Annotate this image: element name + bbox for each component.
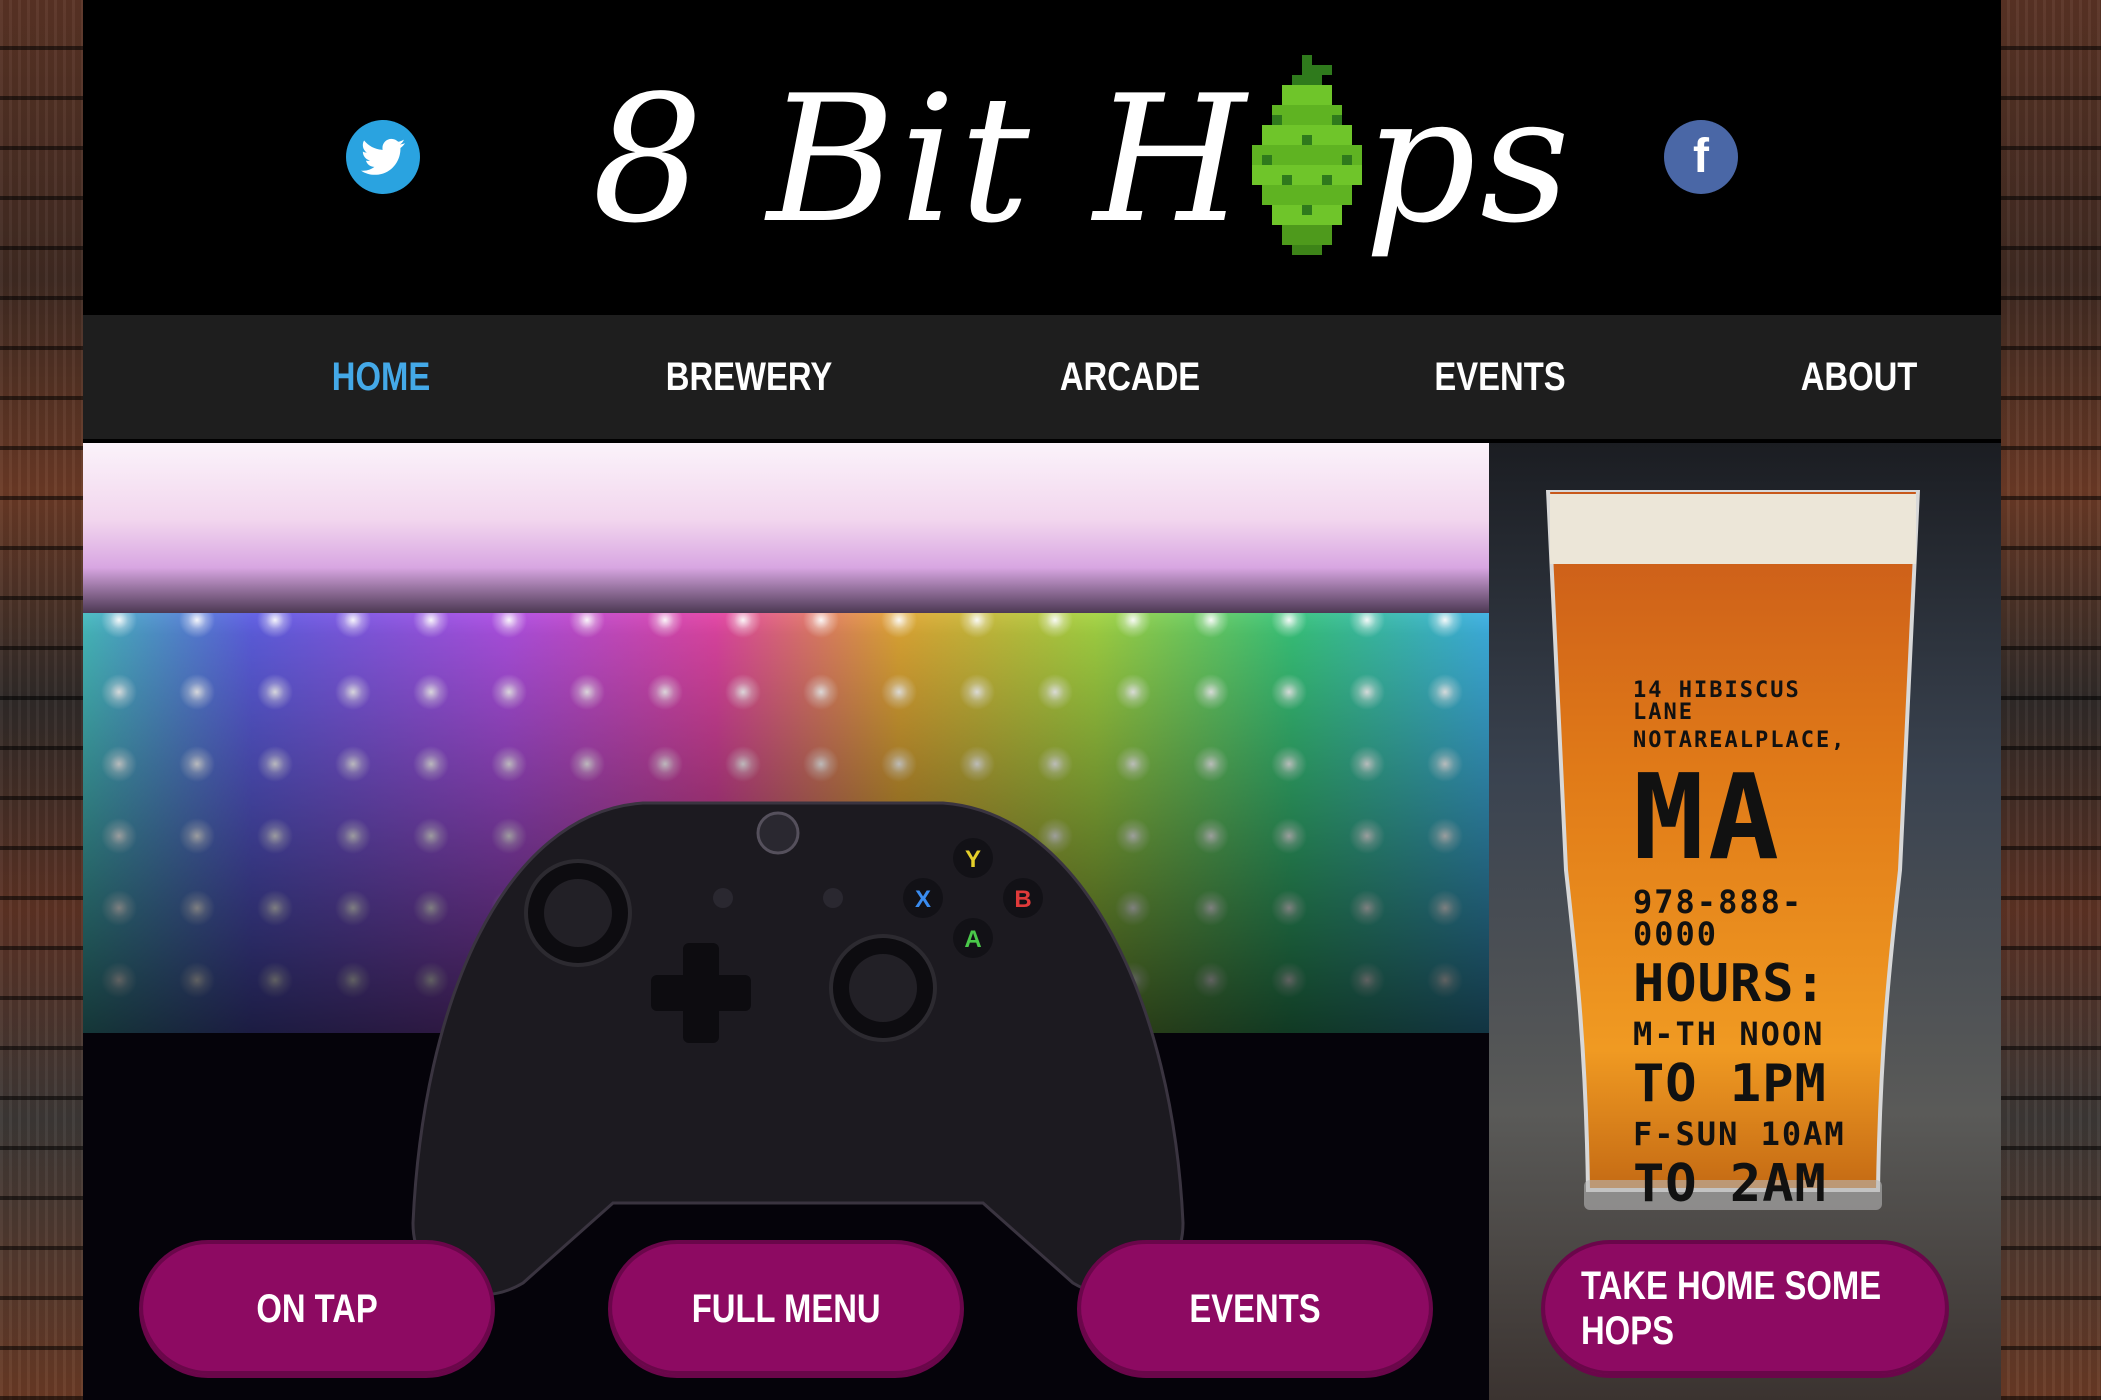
full-menu-label: FULL MENU — [691, 1286, 881, 1331]
svg-text:X: X — [915, 886, 931, 913]
address-line-1: 14 HIBISCUS LANE — [1633, 678, 1801, 725]
hours-line-2: TO 1PM — [1633, 1054, 1827, 1114]
state-label: MA — [1633, 748, 1784, 886]
hours-line-1: M-TH NOON — [1633, 1015, 1825, 1053]
svg-text:Y: Y — [965, 846, 981, 873]
nav-item-events[interactable]: EVENTS — [1393, 345, 1606, 409]
main-nav: HOME BREWERY ARCADE EVENTS ABOUT — [83, 315, 2001, 443]
events-label: EVENTS — [1189, 1286, 1321, 1331]
site-logo[interactable]: 8 Bit H ps — [503, 30, 1663, 290]
take-home-hops-label: TAKE HOME SOME HOPS — [1581, 1264, 1882, 1353]
logo-text-right: ps — [1364, 58, 1574, 262]
facebook-icon: f — [1693, 130, 1709, 183]
on-tap-button[interactable]: ON TAP — [139, 1240, 495, 1378]
phone-number: 978-888-0000 — [1633, 883, 1804, 953]
page-frame: 8 Bit H ps f HOME BREWERY ARCADE EVENTS … — [83, 0, 2001, 1400]
svg-text:A: A — [964, 926, 981, 953]
take-home-hops-button[interactable]: TAKE HOME SOME HOPS — [1541, 1240, 1949, 1378]
site-header: 8 Bit H ps f — [83, 0, 2001, 315]
hours-label: HOURS: — [1633, 954, 1827, 1014]
glass-info: 14 HIBISCUS LANE NOTAREALPLACE, MA 978-8… — [1633, 680, 1863, 1218]
nav-item-arcade[interactable]: ARCADE — [1023, 345, 1236, 409]
nav-item-brewery[interactable]: BREWERY — [642, 345, 855, 409]
full-menu-button[interactable]: FULL MENU — [608, 1240, 964, 1378]
on-tap-label: ON TAP — [256, 1286, 378, 1331]
twitter-link[interactable] — [346, 120, 420, 194]
facebook-link[interactable]: f — [1664, 120, 1738, 194]
hop-icon — [1252, 55, 1363, 255]
logo-text-left: 8 Bit H — [592, 58, 1251, 262]
nav-item-home[interactable]: HOME — [274, 345, 487, 409]
hours-line-3: F-SUN 10AM — [1633, 1115, 1846, 1153]
svg-text:B: B — [1014, 886, 1031, 913]
hours-line-4: TO 2AM — [1633, 1154, 1827, 1214]
nav-item-about[interactable]: ABOUT — [1752, 345, 1965, 409]
twitter-icon — [361, 138, 405, 175]
events-button[interactable]: EVENTS — [1077, 1240, 1433, 1378]
